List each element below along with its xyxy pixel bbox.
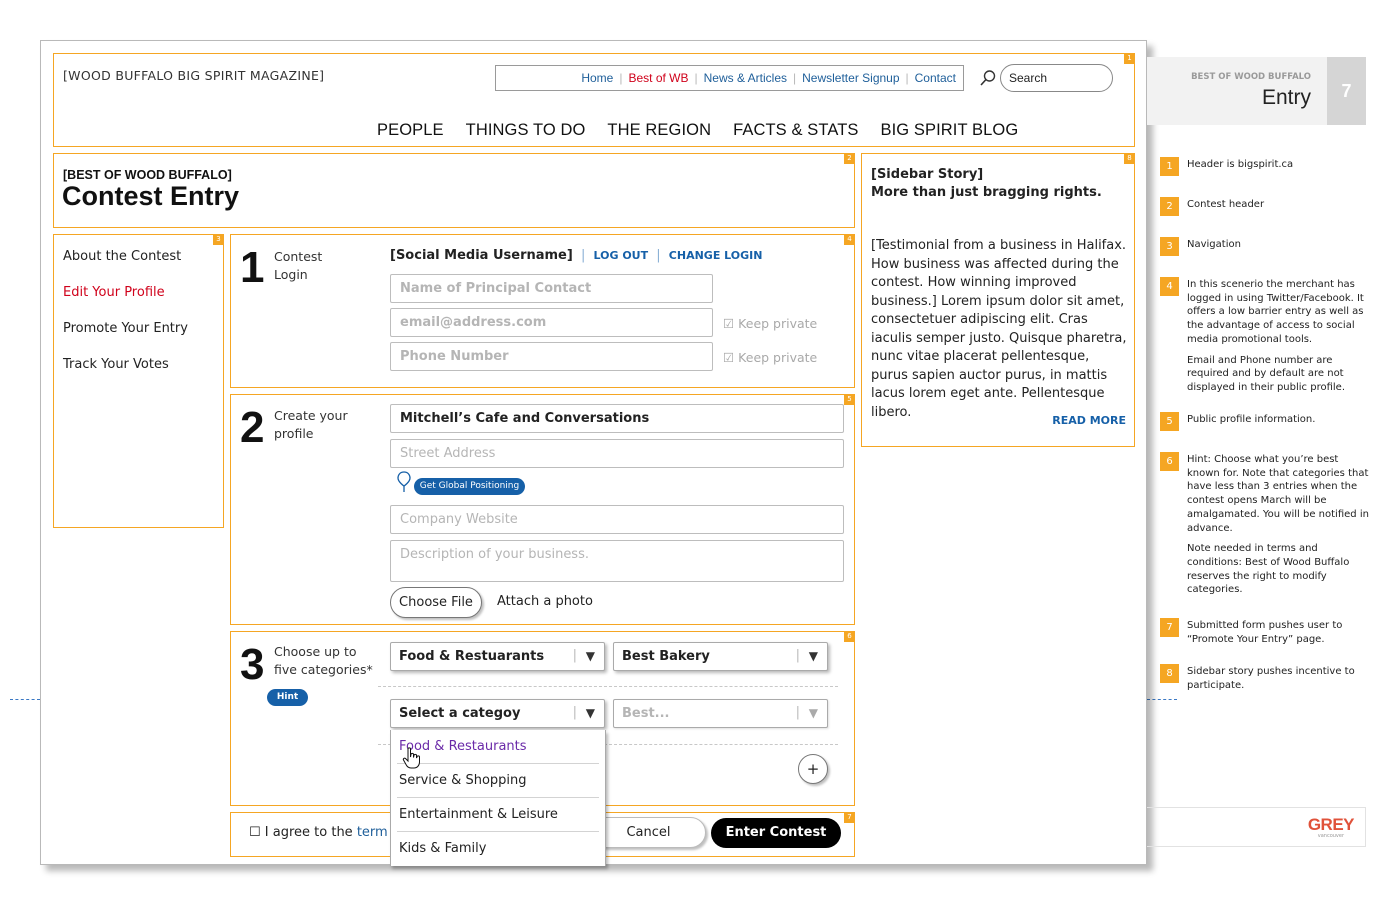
dropdown-option[interactable]: Service & Shopping: [397, 764, 599, 798]
annotation-number: 5: [844, 394, 855, 405]
nav-best-of-wb-link[interactable]: Best of WB: [628, 71, 688, 85]
map-pin-icon: [397, 471, 411, 492]
contest-header-region: 2 [BEST OF WOOD BUFFALO] Contest Entry: [53, 153, 855, 228]
nav-contact-link[interactable]: Contact: [915, 71, 956, 85]
top-nav: Home | Best of WB | News & Articles | Newsl…: [495, 65, 964, 91]
side-nav-about[interactable]: About the Contest: [63, 249, 188, 264]
main-nav-the-region[interactable]: THE REGION: [607, 121, 711, 140]
read-more-link[interactable]: READ MORE: [1052, 414, 1126, 427]
story-body: [Testimonial from a business in Halifax.…: [871, 238, 1127, 420]
business-description-field[interactable]: Description of your business.: [390, 540, 844, 582]
annotation-number: 3: [213, 234, 224, 245]
login-status: [Social Media Username] | LOG OUT | CHAN…: [390, 248, 763, 263]
side-nav: About the Contest Edit Your Profile Prom…: [63, 249, 188, 393]
step2-profile-region: 5 2 Create your profile Mitchell’s Cafe a…: [230, 394, 855, 625]
annotation-note: 3 Navigation: [1160, 237, 1372, 259]
step-label: Create your profile: [274, 408, 348, 441]
dropdown-option[interactable]: Entertainment & Leisure: [397, 798, 599, 832]
annotation-note: 8 Sidebar story pushes incentive to parti…: [1160, 664, 1372, 696]
panel-title: Entry: [1261, 86, 1311, 109]
guide-line-left: [10, 699, 40, 700]
site-name: [WOOD BUFFALO BIG SPIRIT MAGAZINE]: [63, 68, 325, 83]
change-login-link[interactable]: CHANGE LOGIN: [669, 249, 763, 262]
page-title: Contest Entry: [62, 181, 240, 211]
category-select-1[interactable]: Food & Restuarants | ▼: [390, 642, 605, 671]
page-number: 7: [1327, 57, 1366, 125]
main-nav: PEOPLE THINGS TO DO THE REGION FACTS & S…: [377, 121, 1040, 140]
street-address-field[interactable]: Street Address: [390, 439, 844, 468]
step-number: 1: [240, 243, 265, 292]
side-nav-edit-profile[interactable]: Edit Your Profile: [63, 285, 188, 300]
award-select-1[interactable]: Best Bakery | ▼: [613, 642, 828, 671]
nav-news-link[interactable]: News & Articles: [704, 71, 787, 85]
main-nav-people[interactable]: PEOPLE: [377, 121, 444, 140]
step-number: 3: [240, 640, 265, 689]
category-dropdown-list: Food & Restaurants Service & Shopping En…: [390, 730, 606, 866]
sidebar-story-region: 8 [Sidebar Story] More than just braggin…: [861, 153, 1135, 447]
annotation-number: 6: [844, 631, 855, 642]
category-select-2[interactable]: Select a categoy | ▼: [390, 699, 605, 728]
dropdown-option[interactable]: Food & Restaurants: [397, 730, 599, 764]
choose-file-button[interactable]: Choose File: [390, 587, 482, 618]
panel-header: BEST OF WOOD BUFFALO Entry: [1147, 57, 1327, 125]
note-text: Hint: Choose what you’re best known for.…: [1187, 454, 1369, 596]
contest-kicker: [BEST OF WOOD BUFFALO]: [63, 168, 232, 182]
main-nav-blog[interactable]: BIG SPIRIT BLOG: [880, 121, 1018, 140]
header-region: 1 [WOOD BUFFALO BIG SPIRIT MAGAZINE] Hom…: [53, 53, 1135, 147]
row-divider: [378, 686, 838, 687]
annotation-note: 2 Contest header: [1160, 197, 1372, 219]
guide-line-right: [1147, 699, 1177, 700]
social-username: [Social Media Username]: [390, 248, 573, 263]
annotation-note: 5 Public profile information.: [1160, 412, 1372, 434]
story-kicker: [Sidebar Story]: [871, 167, 984, 182]
annotation-note: 1 Header is bigspirit.ca: [1160, 157, 1372, 179]
hand-cursor-icon: [402, 747, 420, 769]
attach-photo-label: Attach a photo: [497, 594, 593, 609]
annotation-number: 8: [1124, 153, 1135, 164]
step-number: 2: [240, 403, 265, 452]
dropdown-option[interactable]: Kids & Family: [397, 832, 599, 866]
annotation-number: 1: [1124, 53, 1135, 64]
story-headline: More than just bragging rights.: [871, 185, 1102, 200]
nav-home-link[interactable]: Home: [581, 71, 613, 85]
annotation-note: 6 Hint: Choose what you’re best known fo…: [1160, 452, 1372, 602]
search-icon[interactable]: [979, 69, 997, 87]
company-website-field[interactable]: Company Website: [390, 505, 844, 534]
step-label: Choose up to five categories*: [274, 644, 373, 677]
agree-terms-checkbox[interactable]: ☐ I agree to the term: [249, 825, 388, 840]
global-positioning-button[interactable]: Get Global Positioning: [414, 478, 525, 495]
side-nav-promote[interactable]: Promote Your Entry: [63, 321, 188, 336]
award-select-2[interactable]: Best... | ▼: [613, 699, 828, 728]
hint-button[interactable]: Hint: [267, 689, 308, 706]
annotation-number: 7: [844, 812, 855, 823]
principal-contact-field[interactable]: Name of Principal Contact: [390, 274, 713, 303]
annotation-note: 7 Submitted form pushes user to “Promote …: [1160, 618, 1372, 650]
logout-link[interactable]: LOG OUT: [594, 249, 649, 262]
cancel-button[interactable]: Cancel: [591, 817, 706, 848]
main-nav-things-to-do[interactable]: THINGS TO DO: [466, 121, 586, 140]
email-field[interactable]: email@address.com: [390, 308, 713, 337]
add-category-button[interactable]: +: [798, 754, 828, 784]
panel-kicker: BEST OF WOOD BUFFALO: [1191, 72, 1311, 82]
email-keep-private-checkbox[interactable]: ☑ Keep private: [723, 316, 817, 331]
phone-field[interactable]: Phone Number: [390, 342, 713, 371]
search-input[interactable]: Search: [1000, 64, 1113, 92]
side-nav-track-votes[interactable]: Track Your Votes: [63, 357, 188, 372]
step1-login-region: 4 1 Contest Login [Social Media Username]…: [230, 234, 855, 388]
annotation-note: 4 In this scenerio the merchant has logg…: [1160, 277, 1372, 399]
note-text: In this scenerio the merchant has logged…: [1187, 279, 1364, 393]
side-nav-region: 3 About the Contest Edit Your Profile Pr…: [53, 234, 224, 528]
annotation-number: 2: [844, 153, 855, 164]
annotation-number: 4: [844, 234, 855, 245]
terms-link[interactable]: term: [357, 825, 388, 840]
wireframe-page: 1 [WOOD BUFFALO BIG SPIRIT MAGAZINE] Hom…: [40, 40, 1147, 866]
phone-keep-private-checkbox[interactable]: ☑ Keep private: [723, 350, 817, 365]
panel-footer: GREY vancouver: [1147, 807, 1366, 847]
grey-logo: GREY vancouver: [1307, 815, 1355, 839]
nav-newsletter-link[interactable]: Newsletter Signup: [802, 71, 899, 85]
enter-contest-button[interactable]: Enter Contest: [711, 818, 841, 848]
main-nav-facts-stats[interactable]: FACTS & STATS: [733, 121, 858, 140]
business-name-field[interactable]: Mitchell’s Cafe and Conversations: [390, 404, 844, 433]
step-label: Contest Login: [274, 249, 323, 282]
